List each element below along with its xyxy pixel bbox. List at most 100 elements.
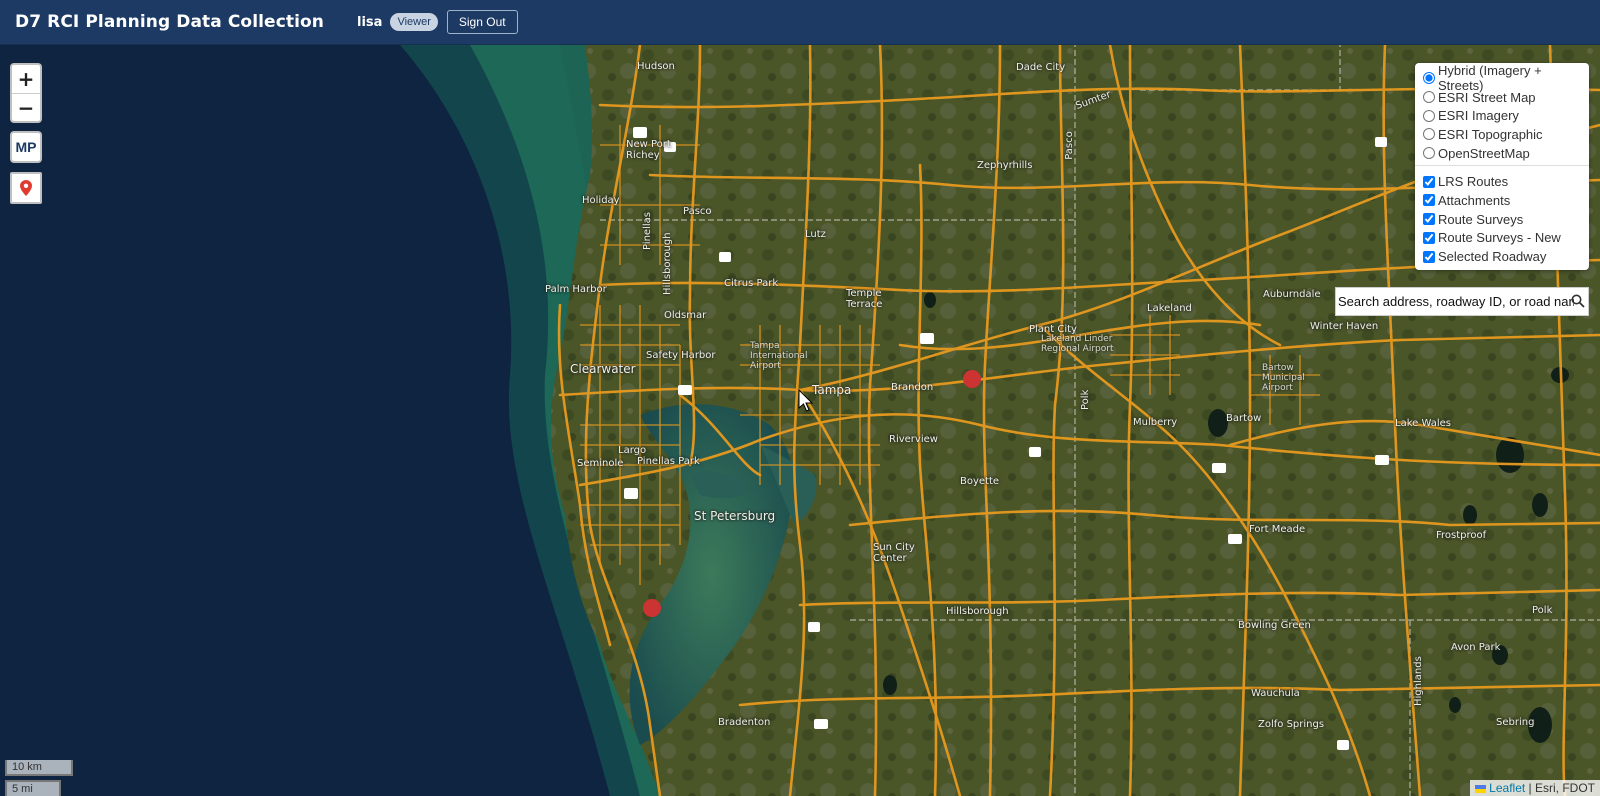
basemap-label: ESRI Topographic (1438, 126, 1543, 142)
place-label: Lakeland Linder Regional Airport (1041, 334, 1114, 354)
place-label: Hillsborough (946, 606, 1009, 617)
place-label: Tampa (812, 383, 852, 397)
basemap-label: ESRI Imagery (1438, 108, 1519, 124)
place-label: Fort Meade (1249, 524, 1306, 535)
place-label: Avon Park (1451, 642, 1501, 653)
place-label: Highlands (1413, 656, 1424, 706)
map-attribution: Leaflet | Esri, FDOT (1470, 780, 1600, 796)
ukraine-flag-icon (1475, 785, 1487, 793)
role-badge: Viewer (390, 13, 438, 31)
overlay-checkbox[interactable] (1423, 175, 1435, 188)
place-label: Sun City Center (873, 542, 915, 564)
place-label: Temple Terrace (846, 288, 883, 310)
place-label: Boyette (960, 476, 1000, 487)
mouse-cursor-icon (798, 389, 814, 412)
layer-control-panel: Hybrid (Imagery + Streets) ESRI Street M… (1415, 63, 1589, 270)
search-icon[interactable] (1571, 294, 1585, 308)
search-box (1335, 287, 1589, 316)
overlay-checkbox[interactable] (1423, 213, 1435, 226)
overlay-option-selected-roadway[interactable]: Selected Roadway (1423, 247, 1581, 266)
milepost-button[interactable]: MP (10, 131, 42, 163)
place-label: Lutz (805, 229, 826, 240)
basemap-radio[interactable] (1423, 147, 1435, 160)
place-label: Zephyrhills (977, 160, 1033, 171)
basemap-option-openstreetmap[interactable]: OpenStreetMap (1423, 144, 1581, 163)
place-label: Seminole (577, 458, 624, 469)
place-label: Bradenton (718, 717, 771, 728)
place-label: Auburndale (1263, 289, 1321, 300)
attribution-separator: | (1525, 781, 1535, 795)
overlay-label: LRS Routes (1438, 174, 1509, 190)
place-label: Polk (1080, 389, 1091, 410)
basemap-option-esri-imagery[interactable]: ESRI Imagery (1423, 106, 1581, 125)
place-label: Palm Harbor (545, 284, 607, 295)
basemap-radio[interactable] (1423, 109, 1435, 122)
sign-out-button[interactable]: Sign Out (446, 10, 518, 34)
overlay-checkbox[interactable] (1423, 231, 1435, 244)
overlay-option-route-surveys-new[interactable]: Route Surveys - New (1423, 229, 1581, 248)
overlay-checkbox[interactable] (1423, 250, 1435, 263)
place-label: Frostproof (1436, 530, 1487, 541)
place-label: Citrus Park (724, 278, 779, 289)
place-label: Clearwater (570, 362, 636, 376)
basemap-option-esri-topographic[interactable]: ESRI Topographic (1423, 125, 1581, 144)
overlay-option-lrs-routes[interactable]: LRS Routes (1423, 172, 1581, 191)
place-label: Pinellas Park (637, 456, 700, 467)
overlay-label: Attachments (1438, 192, 1511, 208)
search-input[interactable] (1336, 288, 1574, 315)
place-label: Bowling Green (1238, 620, 1311, 631)
place-label: Lake Wales (1395, 418, 1451, 429)
zoom-out-button[interactable]: − (12, 93, 40, 121)
place-label: Tampa International Airport (750, 341, 808, 371)
place-label: Pinellas (642, 212, 653, 250)
basemap-label: ESRI Street Map (1438, 89, 1536, 105)
place-label: Dade City (1016, 62, 1066, 73)
app-title: D7 RCI Planning Data Collection (15, 12, 325, 32)
map-imagery (0, 45, 1600, 796)
place-label: Lakeland (1147, 303, 1192, 314)
overlay-option-route-surveys[interactable]: Route Surveys (1423, 210, 1581, 229)
place-label: New Port Richey (626, 139, 671, 161)
zoom-in-button[interactable]: + (12, 65, 40, 93)
place-label: Hillsborough (662, 232, 673, 295)
basemap-radio[interactable] (1423, 128, 1435, 141)
place-label: Winter Haven (1310, 321, 1379, 332)
place-label: Oldsmar (664, 310, 707, 321)
overlay-label: Route Surveys - New (1438, 230, 1561, 246)
zoom-control: + − (10, 63, 42, 123)
overlay-label: Selected Roadway (1438, 249, 1547, 265)
place-label: Bartow Municipal Airport (1262, 363, 1305, 393)
scale-bar-mi: 5 mi (5, 780, 61, 796)
place-label: Riverview (889, 434, 938, 445)
basemap-label: OpenStreetMap (1438, 145, 1530, 161)
place-label: St Petersburg (694, 509, 776, 523)
basemap-radio[interactable] (1423, 72, 1435, 85)
place-label: Brandon (891, 382, 934, 393)
place-label: Pasco (683, 206, 712, 217)
place-label: Pasco (1063, 131, 1075, 160)
place-label: Mulberry (1133, 417, 1178, 428)
place-label: Polk (1532, 605, 1553, 616)
map-pin-icon (20, 180, 32, 196)
layer-separator (1415, 165, 1589, 167)
place-label: Sebring (1496, 717, 1535, 728)
place-label: Holiday (582, 195, 620, 206)
overlay-label: Route Surveys (1438, 211, 1524, 227)
place-label: Largo (618, 445, 647, 456)
place-label: Wauchula (1251, 688, 1300, 699)
overlay-option-attachments[interactable]: Attachments (1423, 191, 1581, 210)
overlay-checkbox[interactable] (1423, 194, 1435, 207)
place-label: Safety Harbor (646, 350, 716, 361)
leaflet-link[interactable]: Leaflet (1489, 781, 1525, 795)
username: lisa (357, 14, 383, 30)
app-header: D7 RCI Planning Data Collection lisa Vie… (0, 0, 1600, 45)
attribution-source: Esri, FDOT (1535, 781, 1595, 795)
map-canvas[interactable]: Hudson Dade City Sumter Pasco New Port R… (0, 45, 1600, 796)
basemap-option-hybrid[interactable]: Hybrid (Imagery + Streets) (1423, 63, 1581, 93)
scale-bar-km: 10 km (5, 760, 73, 776)
location-pin-button[interactable] (10, 172, 42, 204)
place-label: Zolfo Springs (1258, 719, 1325, 730)
place-label: Hudson (637, 61, 675, 72)
basemap-radio[interactable] (1423, 91, 1435, 104)
place-label: Bartow (1226, 413, 1262, 424)
